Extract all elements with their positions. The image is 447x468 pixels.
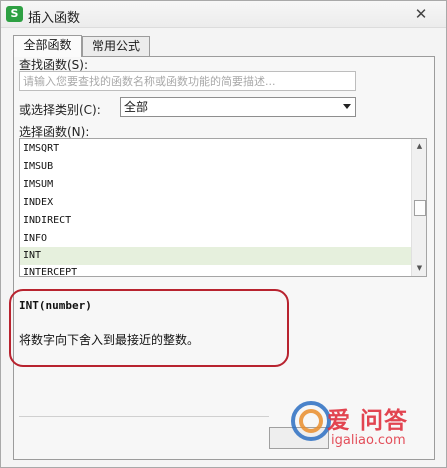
- category-select[interactable]: 全部: [120, 97, 356, 117]
- scroll-up-icon[interactable]: ▲: [412, 139, 426, 154]
- list-item[interactable]: INFO: [20, 230, 411, 248]
- function-description: 将数字向下舍入到最接近的整数。: [19, 333, 200, 347]
- list-item[interactable]: IMSUB: [20, 158, 411, 176]
- list-item[interactable]: INTERCEPT: [20, 264, 411, 276]
- close-icon[interactable]: ✕: [412, 6, 430, 22]
- list-item-selected[interactable]: INT: [20, 247, 411, 265]
- ok-button[interactable]: [269, 427, 329, 449]
- list-item[interactable]: IMSUM: [20, 176, 411, 194]
- function-syntax: INT(number): [19, 299, 92, 312]
- tab-all-functions[interactable]: 全部函数: [13, 35, 82, 57]
- scroll-down-icon[interactable]: ▼: [412, 261, 426, 276]
- category-label: 或选择类别(C):: [19, 103, 101, 117]
- title-bar: S 插入函数 ✕: [1, 1, 446, 28]
- list-item[interactable]: INDIRECT: [20, 212, 411, 230]
- search-input[interactable]: [19, 71, 356, 91]
- function-listbox[interactable]: IMSQRT IMSUB IMSUM INDEX INDIRECT INFO I…: [19, 138, 427, 277]
- list-item[interactable]: IMSQRT: [20, 140, 411, 158]
- insert-function-dialog: S 插入函数 ✕ 全部函数 常用公式 查找函数(S): 或选择类别(C): 全部…: [0, 0, 447, 468]
- scroll-thumb[interactable]: [414, 200, 426, 216]
- tab-common-formulas[interactable]: 常用公式: [82, 36, 150, 57]
- category-selected-value: 全部: [124, 100, 149, 114]
- list-item[interactable]: INDEX: [20, 194, 411, 212]
- divider: [19, 416, 269, 417]
- dialog-title: 插入函数: [28, 11, 81, 26]
- dropdown-arrow-icon: [343, 104, 351, 109]
- app-logo-icon: S: [6, 6, 23, 22]
- list-scrollbar[interactable]: ▲ ▼: [411, 139, 426, 276]
